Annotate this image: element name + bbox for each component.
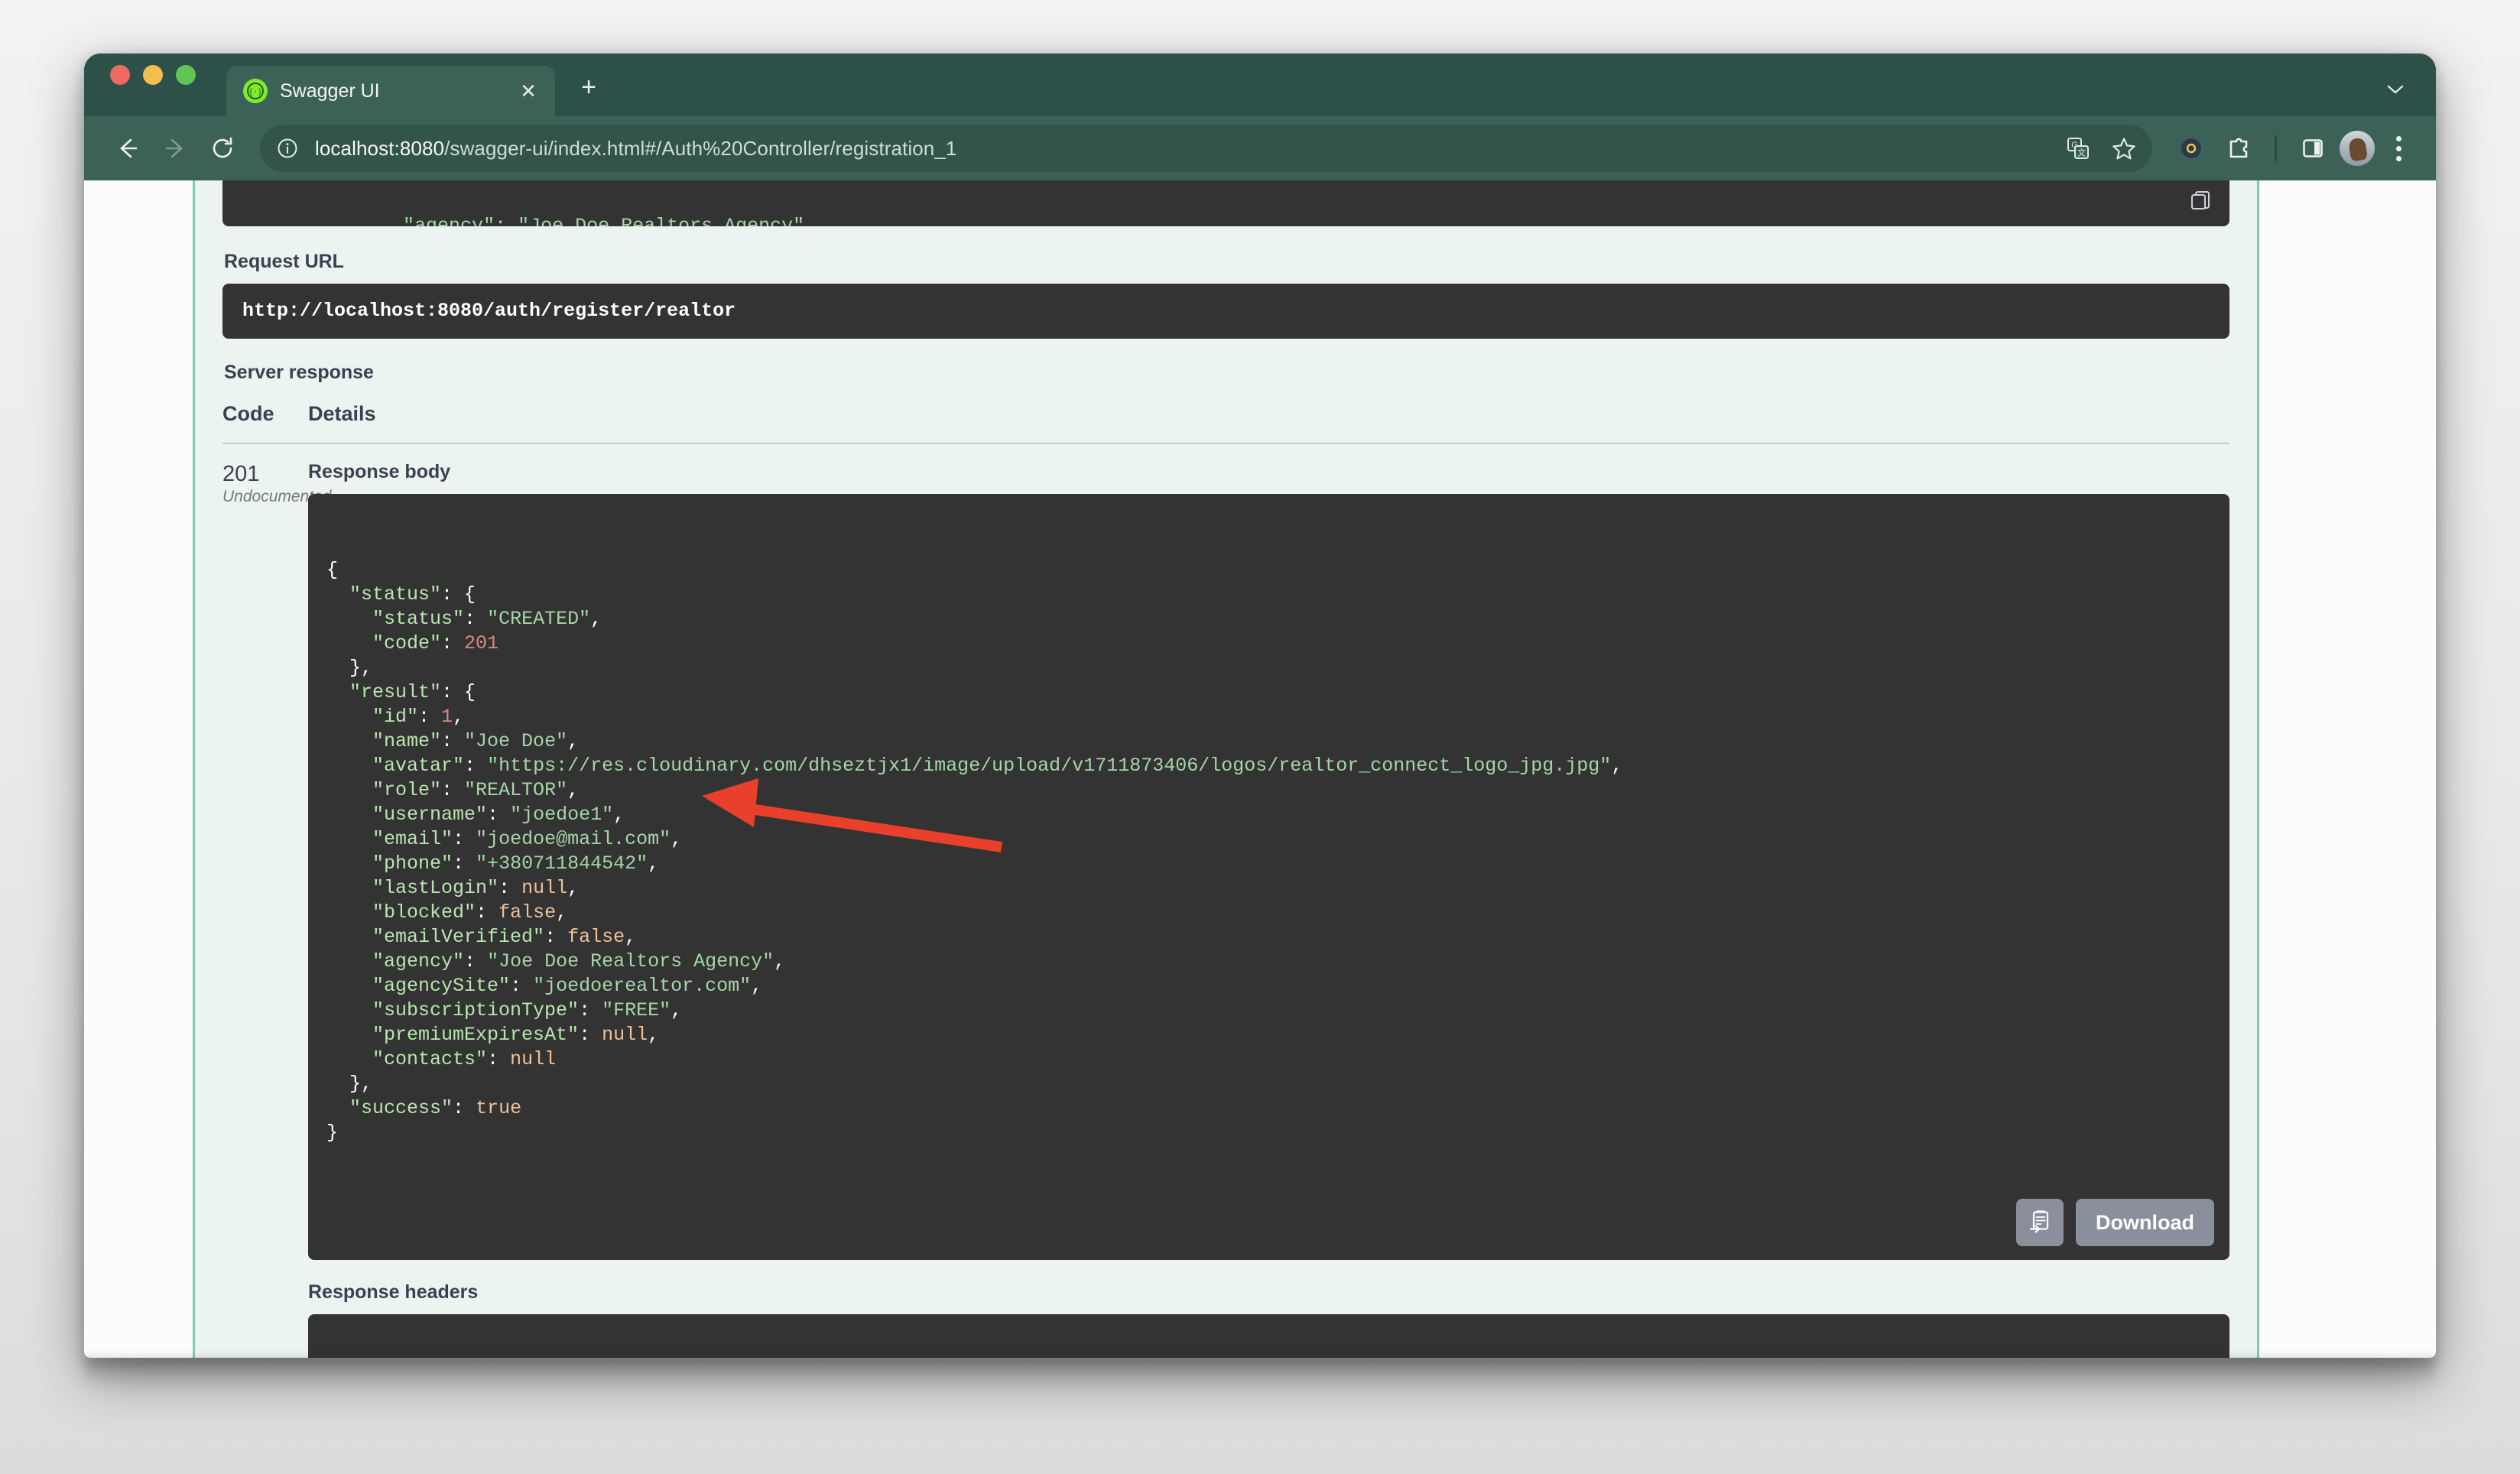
response-code-note: Undocumented: [222, 488, 332, 505]
json-line: "email": "joedoe@mail.com",: [372, 828, 683, 850]
window-shadow: [84, 1358, 2436, 1388]
json-line: "name": "Joe Doe",: [372, 730, 580, 752]
request-url-label: Request URL: [224, 251, 344, 272]
address-bar[interactable]: localhost:8080/swagger-ui/index.html#/Au…: [260, 125, 2152, 172]
window-minimize-button[interactable]: [143, 65, 163, 85]
json-line: "lastLogin": null,: [372, 877, 580, 899]
json-line: {: [326, 559, 339, 581]
json-line: "blocked": false,: [372, 901, 568, 924]
browser-tab-swagger-ui[interactable]: {·} Swagger UI ✕: [226, 66, 555, 116]
json-line: "id": 1,: [372, 706, 465, 728]
page-viewport: "agency": "Joe Doe Realtors Agency", "ag…: [84, 180, 2436, 1358]
browser-toolbar: localhost:8080/swagger-ui/index.html#/Au…: [84, 116, 2436, 180]
request-url-value: http://localhost:8080/auth/register/real…: [222, 284, 2229, 339]
address-bar-host: localhost:8080: [315, 136, 445, 160]
download-button[interactable]: Download: [2076, 1199, 2214, 1246]
json-line: },: [349, 657, 373, 679]
browser-window: {·} Swagger UI ✕ + localhost:8080/swagge…: [84, 54, 2436, 1358]
copy-to-clipboard-icon[interactable]: [2016, 1199, 2064, 1246]
puzzle-piece-icon[interactable]: [2218, 128, 2259, 169]
coin-extension-icon[interactable]: [2171, 128, 2212, 169]
info-circle-icon[interactable]: [272, 133, 303, 164]
server-response-table: Code Details 201 Undocumented Response b…: [222, 402, 2229, 1358]
side-panel-icon[interactable]: [2292, 128, 2333, 169]
json-line: "avatar": "https://res.cloudinary.com/dh…: [372, 755, 1623, 777]
browser-toolbar-actions: [2163, 128, 2416, 169]
response-headers-label: Response headers: [308, 1281, 479, 1303]
column-header-details: Details: [308, 402, 376, 425]
svg-text:文: 文: [2077, 148, 2086, 158]
address-bar-path: /swagger-ui/index.html#/Auth%20Controlle…: [444, 136, 957, 160]
close-icon[interactable]: ✕: [515, 81, 541, 101]
json-line: "result": {: [349, 681, 476, 703]
json-line: }: [326, 1122, 339, 1144]
translate-icon[interactable]: G 文: [2060, 131, 2096, 166]
forward-arrow-icon[interactable]: [153, 126, 197, 170]
profile-avatar[interactable]: [2340, 131, 2375, 166]
json-line: "phone": "+380711844542",: [372, 852, 660, 875]
server-response-label: Server response: [224, 362, 374, 383]
response-body-json: { "status": { "status": "CREATED", "code…: [326, 558, 2211, 1145]
response-code-value: 201: [222, 462, 260, 486]
table-header-row: Code Details: [222, 402, 2229, 444]
swagger-favicon-icon: {·}: [243, 79, 268, 103]
curl-line: "agency": "Joe Doe Realtors Agency",: [403, 215, 817, 226]
json-line: "agency": "Joe Doe Realtors Agency",: [372, 950, 786, 972]
svg-text:{·}: {·}: [248, 88, 262, 96]
back-arrow-icon[interactable]: [106, 126, 150, 170]
response-code-cell: 201 Undocumented: [222, 461, 332, 1358]
json-line: "username": "joedoe1",: [372, 804, 625, 826]
table-row: 201 Undocumented Response body { "status…: [222, 444, 2229, 1358]
column-header-code: Code: [222, 402, 274, 425]
window-traffic-lights: [110, 54, 196, 116]
json-line: "role": "REALTOR",: [372, 779, 580, 801]
swagger-operation-block: "agency": "Joe Doe Realtors Agency", "ag…: [193, 180, 2259, 1358]
chevron-down-icon[interactable]: [2378, 73, 2413, 106]
plus-icon[interactable]: +: [572, 72, 606, 106]
response-headers-code-block: cache-control: no-cache,no-store,max-age…: [308, 1314, 2229, 1358]
json-line: "status": "CREATED",: [372, 608, 602, 630]
response-body-label: Response body: [308, 461, 451, 482]
star-icon[interactable]: [2106, 131, 2142, 166]
json-line: "agencySite": "joedoerealtor.com",: [372, 975, 763, 997]
json-line: },: [349, 1073, 373, 1095]
json-line: "status": {: [349, 583, 476, 606]
response-details-cell: Response body { "status": { "status": "C…: [308, 461, 2229, 1358]
toolbar-divider: [2275, 135, 2277, 161]
response-body-actions: Download: [2016, 1199, 2214, 1246]
json-line: "emailVerified": false,: [372, 926, 637, 948]
window-maximize-button[interactable]: [176, 65, 196, 85]
copy-to-clipboard-icon[interactable]: [2185, 185, 2216, 216]
tab-strip: {·} Swagger UI ✕ +: [84, 54, 2436, 116]
json-line: "contacts": null: [372, 1048, 557, 1070]
json-line: "success": true: [349, 1097, 522, 1119]
json-line: "code": 201: [372, 632, 499, 654]
desktop-background: {·} Swagger UI ✕ + localhost:8080/swagge…: [0, 0, 2520, 1474]
address-bar-url: localhost:8080/swagger-ui/index.html#/Au…: [315, 137, 2048, 161]
response-body-code-block: { "status": { "status": "CREATED", "code…: [308, 494, 2229, 1260]
json-line: "premiumExpiresAt": null,: [372, 1024, 660, 1046]
window-close-button[interactable]: [110, 65, 130, 85]
reload-icon[interactable]: [200, 126, 245, 170]
address-bar-actions: G 文: [2060, 131, 2142, 166]
browser-tab-title: Swagger UI: [280, 80, 380, 102]
json-line: "subscriptionType": "FREE",: [372, 999, 683, 1021]
three-dots-menu-icon[interactable]: [2381, 128, 2416, 169]
curl-command-block: "agency": "Joe Doe Realtors Agency", "ag…: [222, 180, 2229, 226]
